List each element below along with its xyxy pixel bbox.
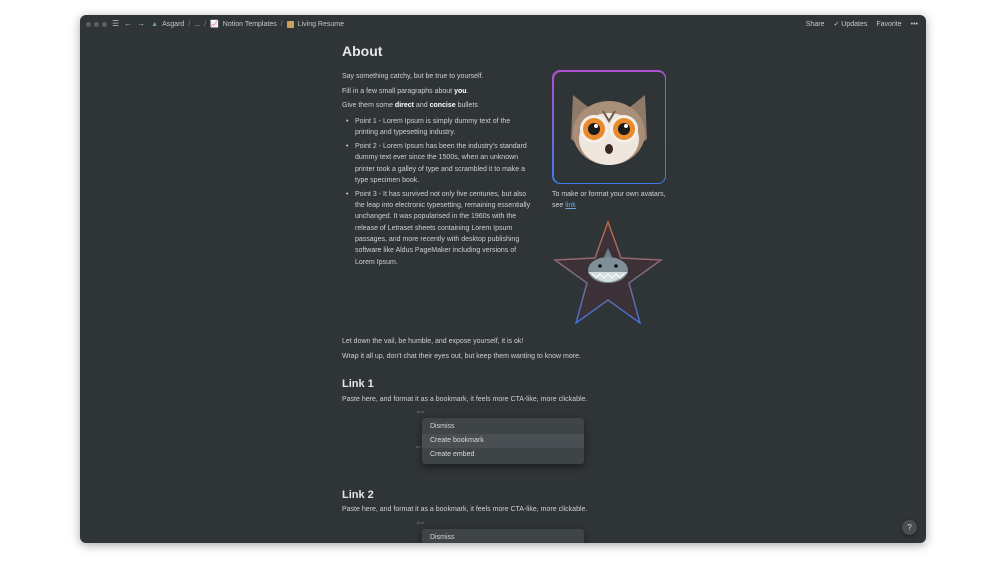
breadcrumb-item-templates[interactable]: Notion Templates xyxy=(223,21,277,28)
close-window-button[interactable] xyxy=(86,21,91,27)
paste-options-menu-2: Dismiss xyxy=(422,529,584,543)
top-bar: ☰ ← → ▲ Asgard / ... / 📈 Notion Template… xyxy=(80,15,926,33)
menu-item-dismiss[interactable]: Dismiss xyxy=(422,420,584,434)
bullet-item[interactable]: Point 1 - Lorem Ipsum is simply dummy te… xyxy=(342,116,534,139)
help-button[interactable]: ? xyxy=(902,520,917,535)
intro-text: Give them some xyxy=(342,102,395,109)
closing-line-1[interactable]: Let down the vail, be humble, and expose… xyxy=(342,338,523,345)
owl-avatar-inner xyxy=(553,71,665,183)
sidebar-toggle-icon[interactable]: ☰ xyxy=(112,20,119,28)
shark-star-avatar-image xyxy=(552,220,664,325)
breadcrumb-item-workspace[interactable]: Asgard xyxy=(162,21,184,28)
intro-bold: you xyxy=(454,88,467,95)
link-1-heading[interactable]: Link 1 xyxy=(342,378,374,390)
bullet-list: Point 1 - Lorem Ipsum is simply dummy te… xyxy=(342,116,534,270)
more-options-button[interactable]: ••• xyxy=(911,21,918,28)
url-fragment: ırıı xyxy=(416,444,421,449)
intro-text: and xyxy=(413,102,430,109)
breadcrumb-separator: / xyxy=(204,20,207,28)
intro-line-1[interactable]: Say something catchy, but be true to you… xyxy=(342,73,484,80)
notion-window: ☰ ← → ▲ Asgard / ... / 📈 Notion Template… xyxy=(80,15,926,543)
breadcrumb: ▲ Asgard / ... / 📈 Notion Templates / Li… xyxy=(151,20,344,28)
link-1-instructions[interactable]: Paste here, and format it as a bookmark,… xyxy=(342,396,587,403)
bullet-item[interactable]: Point 3 - It has survived not only five … xyxy=(342,189,534,268)
page-icon xyxy=(286,20,294,28)
minimize-window-button[interactable] xyxy=(94,21,99,27)
intro-text: . xyxy=(466,88,469,95)
avatar-caption: To make or format your own avatars, see … xyxy=(552,189,672,211)
link-2-instructions[interactable]: Paste here, and format it as a bookmark,… xyxy=(342,506,587,513)
intro-line-2[interactable]: Fill in a few small paragraphs about you… xyxy=(342,88,468,95)
updates-button[interactable]: ✓ Updates xyxy=(833,20,867,28)
top-bar-actions: Share ✓ Updates Favorite ••• xyxy=(806,15,918,33)
link-2-heading[interactable]: Link 2 xyxy=(342,489,374,501)
avatar-link[interactable]: link xyxy=(565,202,576,209)
menu-item-create-bookmark[interactable]: Create bookmark xyxy=(422,434,584,448)
breadcrumb-item-current[interactable]: Living Resume xyxy=(298,21,344,28)
menu-item-dismiss[interactable]: Dismiss xyxy=(422,531,584,543)
breadcrumb-item-ellipsis[interactable]: ... xyxy=(194,21,200,28)
intro-bold: direct xyxy=(394,102,414,109)
favorite-button[interactable]: Favorite xyxy=(876,21,901,28)
owl-avatar-image xyxy=(552,70,666,184)
breadcrumb-separator: / xyxy=(188,20,191,28)
intro-text: bullets xyxy=(455,102,478,109)
breadcrumb-separator: / xyxy=(280,20,283,28)
page-title[interactable]: About xyxy=(342,43,382,59)
intro-text: Fill in a few small paragraphs about xyxy=(342,88,455,95)
intro-line-3[interactable]: Give them some direct and concise bullet… xyxy=(342,102,478,109)
forward-arrow-icon[interactable]: → xyxy=(137,20,145,28)
closing-line-2[interactable]: Wrap it all up, don't chat their eyes ou… xyxy=(342,353,581,360)
url-fragment: ↲ıııı xyxy=(416,409,424,414)
owl-illustration xyxy=(571,95,647,165)
intro-bold: concise xyxy=(429,102,456,109)
maximize-window-button[interactable] xyxy=(102,21,107,27)
workspace-icon: ▲ xyxy=(151,20,159,28)
bullet-item[interactable]: Point 2 - Lorem Ipsum has been the indus… xyxy=(342,141,534,186)
chart-icon: 📈 xyxy=(210,21,219,28)
url-fragment: ↲ıııı xyxy=(416,520,424,525)
share-button[interactable]: Share xyxy=(806,21,825,28)
back-arrow-icon[interactable]: ← xyxy=(124,20,132,28)
menu-item-create-embed[interactable]: Create embed xyxy=(422,448,584,462)
updates-label: Updates xyxy=(841,21,868,28)
window-controls xyxy=(86,21,107,27)
paste-options-menu: Dismiss Create bookmark Create embed xyxy=(422,418,584,464)
